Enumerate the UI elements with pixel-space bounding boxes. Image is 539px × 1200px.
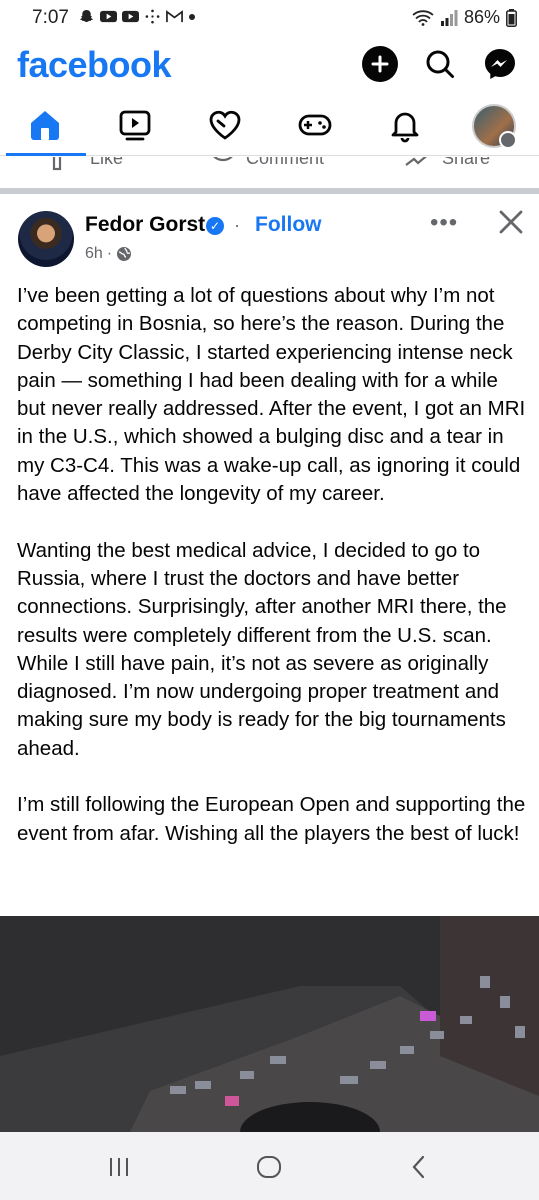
bell-icon (391, 112, 419, 143)
tab-home[interactable] (20, 100, 70, 150)
tab-bar (0, 94, 539, 156)
snapchat-icon (79, 9, 94, 23)
like-button[interactable]: Like (52, 157, 123, 171)
meta-dot: · (106, 245, 113, 262)
facebook-logo[interactable]: facebook (17, 44, 172, 86)
feed-separator (0, 188, 539, 194)
back-icon (412, 1155, 425, 1179)
youtube-icon (122, 10, 139, 23)
post-timestamp[interactable]: 6h (85, 245, 103, 263)
dot-icon (189, 13, 195, 20)
battery-icon (506, 8, 517, 27)
battery-percent: 86% (463, 7, 500, 27)
status-bar: 7:07 86% (0, 0, 539, 36)
android-nav-bar (0, 1132, 539, 1200)
home-circle-icon (257, 1156, 281, 1178)
verified-badge-icon: ✓ (206, 217, 224, 235)
video-icon (119, 110, 151, 141)
notification-icons (78, 9, 196, 24)
tab-profile-menu[interactable] (472, 104, 517, 149)
previous-post-actions: Like Comment Share (0, 157, 539, 187)
post-photo[interactable] (0, 916, 539, 1132)
author-avatar[interactable] (18, 211, 74, 267)
tab-video[interactable] (110, 100, 160, 150)
author-name[interactable]: Fedor Gorst (85, 213, 205, 237)
night-building-image (0, 916, 539, 1132)
app-header: facebook (0, 36, 539, 94)
menu-badge-icon (499, 131, 517, 149)
like-icon (52, 157, 62, 171)
create-icon (371, 55, 389, 73)
sparkle-icon (145, 9, 160, 24)
post-meta: 6h · (85, 245, 132, 263)
back-button[interactable] (404, 1152, 434, 1182)
post-paragraph: I’ve been getting a lot of questions abo… (17, 284, 526, 506)
comment-label: Comment (246, 157, 325, 168)
search-icon (426, 50, 454, 78)
tab-gaming[interactable] (290, 100, 340, 150)
recents-button[interactable] (104, 1152, 134, 1182)
wifi-icon (412, 9, 434, 26)
share-button[interactable]: Share (404, 157, 490, 171)
heart-icon (209, 110, 241, 140)
post-body: I’ve been getting a lot of questions abo… (17, 282, 527, 848)
youtube-icon (100, 10, 117, 23)
home-icon (31, 111, 59, 140)
post-paragraph: I’m still following the European Open an… (17, 793, 526, 845)
active-tab-indicator (6, 153, 86, 156)
recents-icon (110, 1158, 128, 1176)
separator-dot: · (234, 215, 240, 235)
post-header: Fedor Gorst ✓ · Follow 6h · ••• (0, 205, 539, 271)
signal-icon (440, 9, 458, 26)
messenger-button[interactable] (482, 46, 518, 82)
system-indicators: 86% (412, 7, 517, 28)
like-label: Like (90, 157, 124, 168)
create-button[interactable] (362, 46, 398, 82)
gmail-icon (166, 10, 183, 23)
tab-notifications[interactable] (380, 100, 430, 150)
post-paragraph: Wanting the best medical advice, I decid… (17, 538, 507, 760)
share-icon (405, 157, 427, 166)
globe-icon (117, 247, 132, 261)
comment-icon (213, 157, 233, 162)
tab-dating[interactable] (200, 100, 250, 150)
more-options-icon[interactable]: ••• (430, 209, 458, 237)
gamepad-icon (298, 114, 332, 136)
messenger-icon (485, 49, 515, 79)
close-icon[interactable] (496, 207, 526, 237)
follow-button[interactable]: Follow (255, 213, 322, 237)
comment-button[interactable]: Comment (210, 157, 324, 171)
status-time: 7:07 (32, 7, 69, 28)
search-button[interactable] (422, 46, 458, 82)
share-label: Share (442, 157, 491, 168)
home-nav-button[interactable] (254, 1152, 284, 1182)
